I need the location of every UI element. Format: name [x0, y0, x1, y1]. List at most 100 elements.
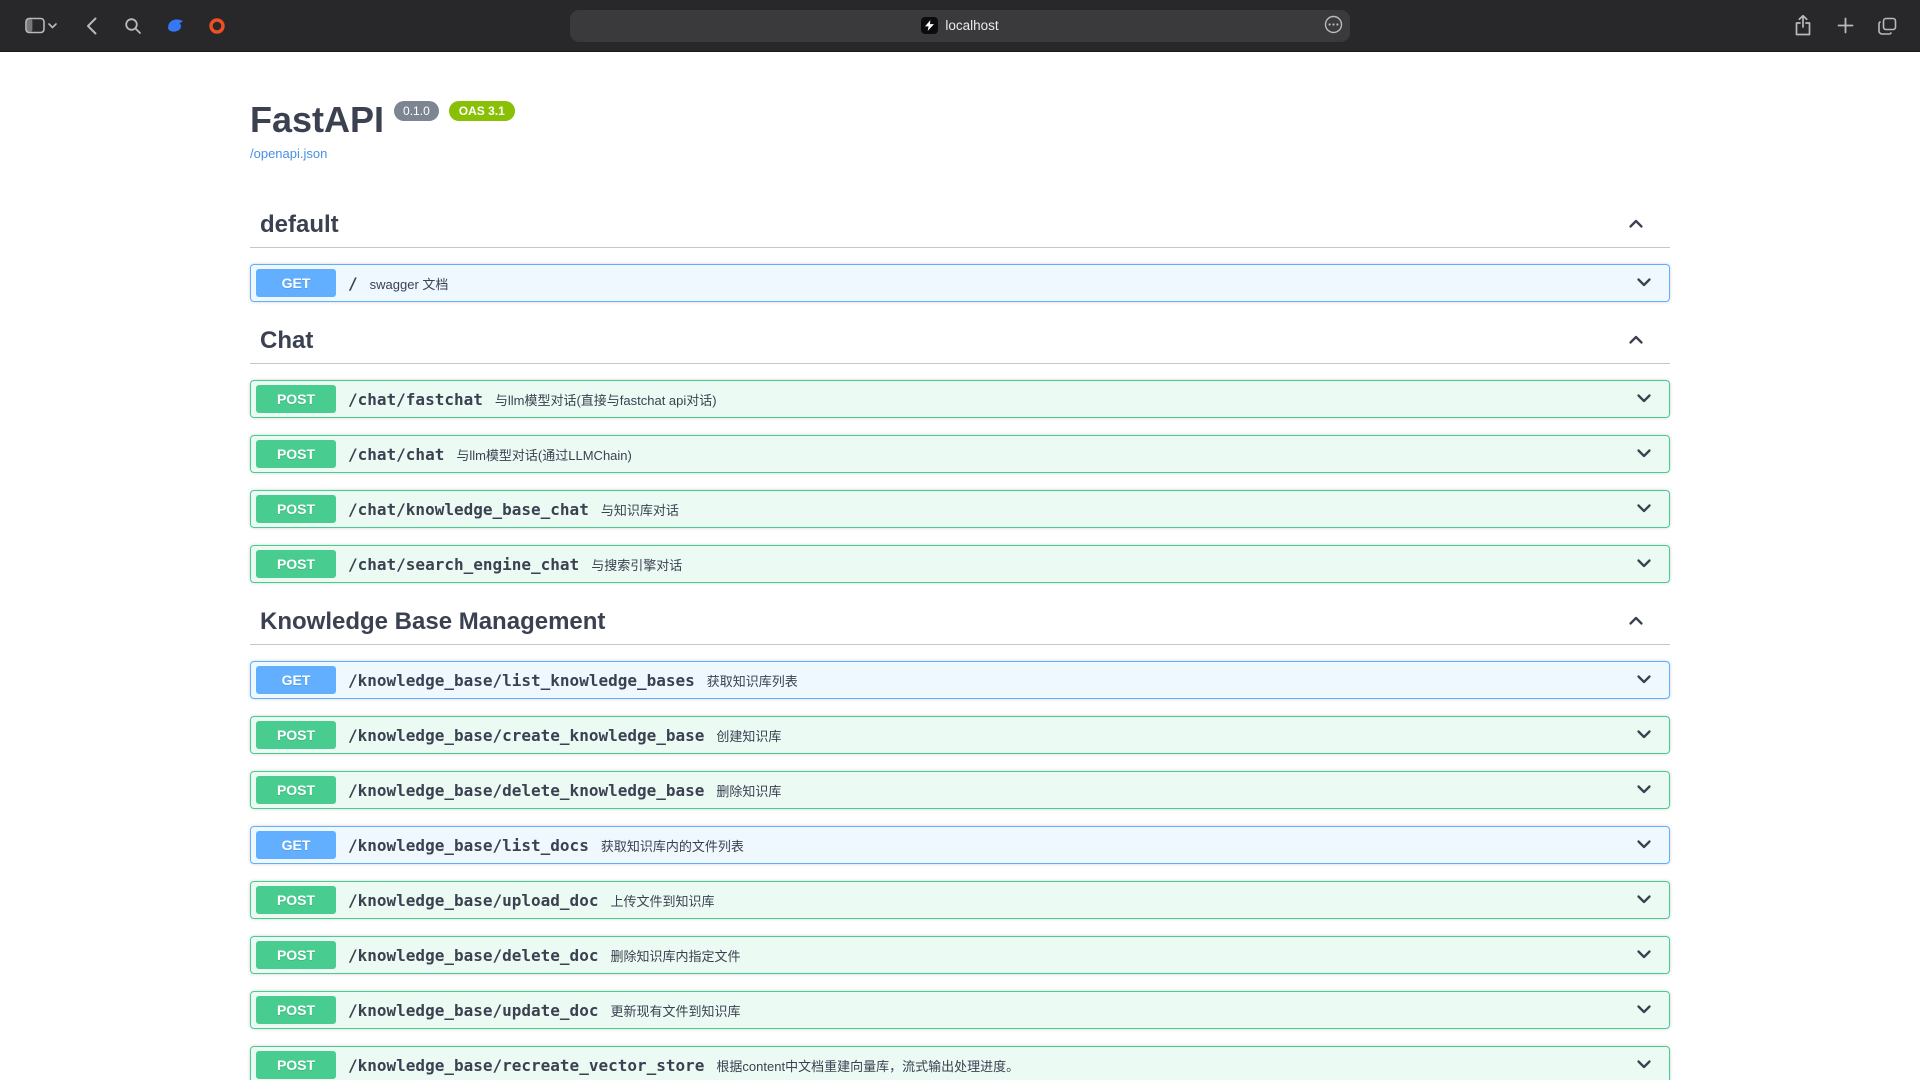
operation-row[interactable]: POST /chat/knowledge_base_chat 与知识库对话	[250, 490, 1670, 528]
operation-path: /knowledge_base/list_knowledge_bases	[336, 671, 707, 690]
method-badge: POST	[256, 996, 336, 1024]
tab-overview-button[interactable]	[1870, 10, 1904, 42]
expand-operation-button[interactable]	[1632, 441, 1656, 468]
record-extension-button[interactable]	[200, 10, 234, 42]
swagger-page: FastAPI 0.1.0 OAS 3.1 /openapi.json defa…	[0, 52, 1920, 1080]
operation-path: /knowledge_base/delete_knowledge_base	[336, 781, 716, 800]
chevron-down-icon	[1634, 724, 1654, 747]
toolbar-left-group	[16, 10, 234, 42]
operation-path: /	[336, 274, 370, 293]
operation-description: 获取知识库内的文件列表	[601, 835, 1632, 855]
openapi-link[interactable]: /openapi.json	[250, 146, 327, 161]
chevron-down-icon	[1634, 779, 1654, 802]
operation-description: 与知识库对话	[601, 499, 1632, 519]
expand-operation-button[interactable]	[1632, 1052, 1656, 1079]
collapse-section-button[interactable]	[1624, 609, 1648, 636]
search-icon	[124, 17, 142, 35]
expand-operation-button[interactable]	[1632, 997, 1656, 1024]
operation-path: /knowledge_base/create_knowledge_base	[336, 726, 716, 745]
operation-summary[interactable]: POST /knowledge_base/recreate_vector_sto…	[251, 1047, 1669, 1080]
section-header[interactable]: Knowledge Base Management	[250, 600, 1670, 645]
method-badge: POST	[256, 776, 336, 804]
share-icon	[1794, 15, 1812, 36]
operation-summary[interactable]: POST /knowledge_base/delete_doc 删除知识库内指定…	[251, 937, 1669, 973]
operation-summary[interactable]: POST /chat/knowledge_base_chat 与知识库对话	[251, 491, 1669, 527]
site-favicon-bolt-icon	[921, 17, 938, 34]
operation-path: /knowledge_base/update_doc	[336, 1001, 610, 1020]
expand-operation-button[interactable]	[1632, 887, 1656, 914]
method-badge: POST	[256, 495, 336, 523]
expand-operation-button[interactable]	[1632, 722, 1656, 749]
operation-summary[interactable]: POST /knowledge_base/delete_knowledge_ba…	[251, 772, 1669, 808]
expand-operation-button[interactable]	[1632, 386, 1656, 413]
operation-summary[interactable]: POST /knowledge_base/update_doc 更新现有文件到知…	[251, 992, 1669, 1028]
operation-row[interactable]: POST /knowledge_base/recreate_vector_sto…	[250, 1046, 1670, 1080]
expand-operation-button[interactable]	[1632, 777, 1656, 804]
operation-row[interactable]: POST /knowledge_base/create_knowledge_ba…	[250, 716, 1670, 754]
operation-description: 更新现有文件到知识库	[610, 1000, 1632, 1020]
operation-row[interactable]: POST /knowledge_base/update_doc 更新现有文件到知…	[250, 991, 1670, 1029]
operation-summary[interactable]: POST /chat/search_engine_chat 与搜索引擎对话	[251, 546, 1669, 582]
expand-operation-button[interactable]	[1632, 270, 1656, 297]
operation-row[interactable]: POST /knowledge_base/delete_knowledge_ba…	[250, 771, 1670, 809]
expand-operation-button[interactable]	[1632, 832, 1656, 859]
api-title: FastAPI 0.1.0 OAS 3.1	[250, 98, 1670, 142]
operation-summary[interactable]: POST /chat/chat 与llm模型对话(通过LLMChain)	[251, 436, 1669, 472]
operation-description: 与搜索引擎对话	[591, 554, 1632, 574]
oas-badge: OAS 3.1	[449, 101, 515, 121]
section-title: Chat	[260, 327, 313, 355]
api-info: FastAPI 0.1.0 OAS 3.1 /openapi.json	[250, 52, 1670, 163]
operation-description: 与llm模型对话(直接与fastchat api对话)	[495, 389, 1632, 409]
section-header[interactable]: default	[250, 203, 1670, 248]
operation-path: /chat/fastchat	[336, 390, 495, 409]
section-header[interactable]: Chat	[250, 319, 1670, 364]
browser-toolbar: localhost	[0, 0, 1920, 52]
api-title-text: FastAPI	[250, 98, 384, 142]
api-section: Chat POST /chat/fastchat 与llm模型对话(直接与fas…	[250, 319, 1670, 583]
operation-row[interactable]: GET /knowledge_base/list_docs 获取知识库内的文件列…	[250, 826, 1670, 864]
operation-row[interactable]: GET / swagger 文档	[250, 264, 1670, 302]
operation-row[interactable]: POST /chat/chat 与llm模型对话(通过LLMChain)	[250, 435, 1670, 473]
chevron-down-icon	[1634, 272, 1654, 295]
operation-row[interactable]: POST /chat/fastchat 与llm模型对话(直接与fastchat…	[250, 380, 1670, 418]
search-button[interactable]	[116, 10, 150, 42]
expand-operation-button[interactable]	[1632, 942, 1656, 969]
operation-summary[interactable]: POST /knowledge_base/create_knowledge_ba…	[251, 717, 1669, 753]
api-section: Knowledge Base Management GET /knowledge…	[250, 600, 1670, 1080]
collapse-section-button[interactable]	[1624, 328, 1648, 355]
operation-list: POST /chat/fastchat 与llm模型对话(直接与fastchat…	[250, 380, 1670, 583]
circled-ellipsis-icon	[1324, 15, 1343, 37]
address-bar[interactable]: localhost	[570, 10, 1350, 42]
method-badge: POST	[256, 1051, 336, 1079]
operation-row[interactable]: POST /knowledge_base/upload_doc 上传文件到知识库	[250, 881, 1670, 919]
chevron-down-icon	[48, 23, 57, 29]
back-button[interactable]	[74, 10, 108, 42]
section-title: Knowledge Base Management	[260, 608, 605, 636]
operation-summary[interactable]: GET /knowledge_base/list_docs 获取知识库内的文件列…	[251, 827, 1669, 863]
page-menu-button[interactable]	[1324, 15, 1343, 37]
new-tab-button[interactable]	[1828, 10, 1862, 42]
expand-operation-button[interactable]	[1632, 667, 1656, 694]
method-badge: GET	[256, 831, 336, 859]
operation-row[interactable]: POST /knowledge_base/delete_doc 删除知识库内指定…	[250, 936, 1670, 974]
chevron-up-icon	[1626, 214, 1646, 237]
expand-operation-button[interactable]	[1632, 551, 1656, 578]
method-badge: GET	[256, 666, 336, 694]
operation-description: 上传文件到知识库	[610, 890, 1632, 910]
method-badge: POST	[256, 886, 336, 914]
share-button[interactable]	[1786, 10, 1820, 42]
operation-summary[interactable]: GET / swagger 文档	[251, 265, 1669, 301]
operation-summary[interactable]: POST /chat/fastchat 与llm模型对话(直接与fastchat…	[251, 381, 1669, 417]
back-icon	[86, 17, 97, 35]
bird-extension-button[interactable]	[158, 10, 192, 42]
sidebar-toggle-button[interactable]	[16, 10, 66, 42]
operation-row[interactable]: GET /knowledge_base/list_knowledge_bases…	[250, 661, 1670, 699]
new-tab-plus-icon	[1837, 17, 1854, 34]
url-text: localhost	[945, 18, 998, 33]
operation-row[interactable]: POST /chat/search_engine_chat 与搜索引擎对话	[250, 545, 1670, 583]
operation-summary[interactable]: POST /knowledge_base/upload_doc 上传文件到知识库	[251, 882, 1669, 918]
operation-summary[interactable]: GET /knowledge_base/list_knowledge_bases…	[251, 662, 1669, 698]
expand-operation-button[interactable]	[1632, 496, 1656, 523]
api-sections: default GET / swagger 文档 Chat	[250, 203, 1670, 1080]
collapse-section-button[interactable]	[1624, 212, 1648, 239]
